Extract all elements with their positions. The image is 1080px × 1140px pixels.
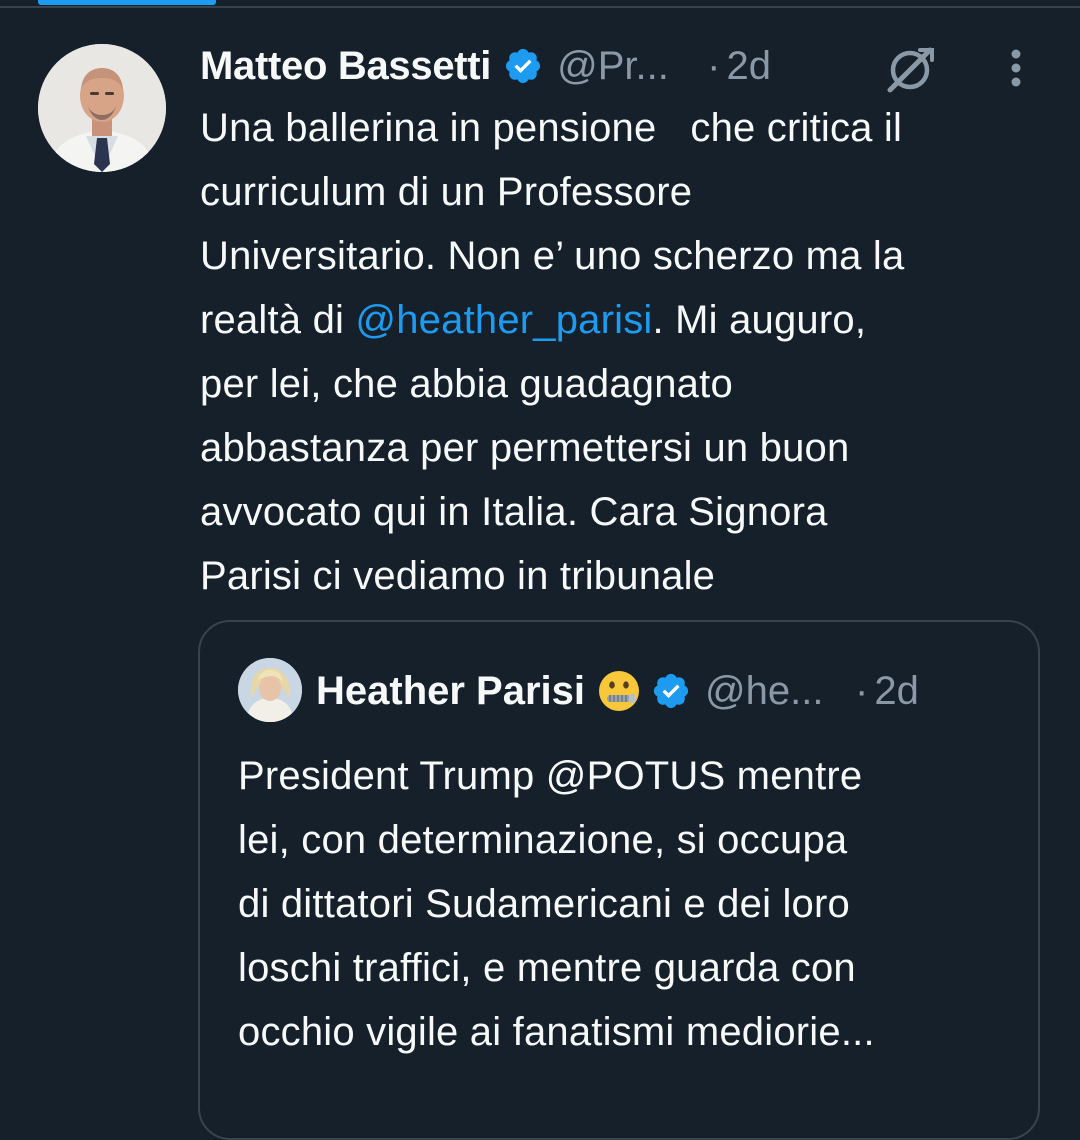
- tweet-text-line: Universitario. Non e’ uno scherzo ma la: [200, 234, 905, 278]
- separator-dot: ·: [855, 668, 869, 713]
- tweet-text-line: avvocato qui in Italia. Cara Signora: [200, 490, 828, 534]
- author-name[interactable]: Matteo Bassetti: [200, 44, 491, 89]
- tweet-header: Matteo Bassetti @Pr... · 2d: [200, 38, 771, 94]
- quoted-avatar-photo: [238, 658, 302, 722]
- quoted-text-line: lei, con determinazione, si occupa: [238, 818, 848, 862]
- quoted-timestamp[interactable]: 2d: [874, 669, 919, 714]
- quoted-avatar[interactable]: [238, 658, 302, 722]
- tweet-text-line: Parisi ci vediamo in tribunale: [200, 554, 716, 598]
- more-vertical-icon[interactable]: [996, 46, 1036, 94]
- verified-badge-icon[interactable]: [651, 671, 691, 711]
- tweet-text-line: per lei, che abbia guadagnato: [200, 362, 733, 406]
- quoted-text-line: occhio vigile ai fanatismi mediorie...: [238, 1010, 875, 1054]
- mention-link[interactable]: @heather_parisi: [355, 298, 652, 342]
- separator-dot: ·: [707, 43, 721, 88]
- quoted-text-line: di dittatori Sudamericani e dei loro: [238, 882, 850, 926]
- zipper-mouth-face-icon: [599, 671, 640, 711]
- active-tab-indicator: [38, 0, 216, 5]
- verified-badge-icon[interactable]: [503, 46, 543, 86]
- tweet-text-line: realtà di @heather_parisi. Mi auguro,: [200, 288, 1060, 352]
- avatar-photo: [38, 44, 166, 172]
- text-segment: realtà di: [200, 298, 356, 342]
- text-segment: . Mi auguro,: [652, 298, 867, 342]
- quoted-text-line: President Trump @POTUS mentre: [238, 754, 863, 798]
- tweet-text-line: abbastanza per permettersi un buon: [200, 426, 850, 470]
- tweet-text: Una ballerina in pensione che critica il…: [200, 96, 1060, 608]
- timestamp[interactable]: 2d: [726, 44, 771, 89]
- quoted-author-handle[interactable]: @he...: [705, 669, 837, 714]
- tweet[interactable]: Matteo Bassetti @Pr... · 2d Una ballerin…: [0, 8, 1080, 1140]
- quoted-tweet-text: President Trump @POTUS mentre lei, con d…: [238, 744, 1018, 1064]
- tweet-text-line: Una ballerina in pensione che critica il: [200, 106, 903, 150]
- quoted-tweet-card[interactable]: Heather Parisi @he... · 2d President Tru…: [198, 620, 1040, 1140]
- quoted-header: Heather Parisi @he... · 2d: [316, 662, 919, 720]
- quoted-text-line: loschi traffici, e mentre guarda con: [238, 946, 856, 990]
- author-handle[interactable]: @Pr...: [557, 44, 685, 89]
- avatar[interactable]: [38, 44, 166, 172]
- quoted-author-name[interactable]: Heather Parisi: [316, 669, 585, 714]
- grok-icon[interactable]: [884, 44, 938, 94]
- tweet-text-line: curriculum di un Professore: [200, 170, 693, 214]
